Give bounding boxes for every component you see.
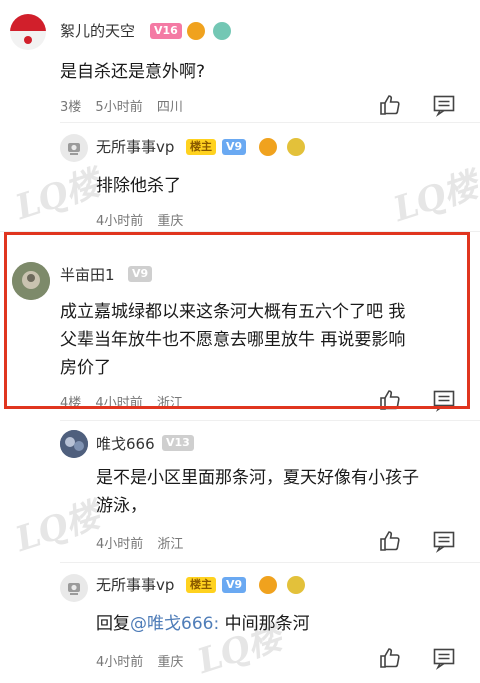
divider <box>60 420 480 421</box>
timestamp: 4小时前 <box>96 537 144 552</box>
divider <box>60 122 480 123</box>
location: 浙江 <box>156 396 183 411</box>
medal-icon <box>287 576 305 594</box>
comment-floor-4: 半亩田1 V9 成立嘉城绿都以来这条河大概有五六个了吧 我 父辈当年放牛也不愿意… <box>0 232 480 418</box>
divider <box>60 562 480 563</box>
medal-icon <box>259 576 277 594</box>
comment-text: 是自杀还是意外啊? <box>60 62 206 82</box>
level-badge: V13 <box>162 435 194 451</box>
avatar[interactable] <box>60 574 88 602</box>
comment-meta: 4楼 4小时前 浙江 <box>60 392 193 411</box>
location: 重庆 <box>157 655 184 670</box>
like-icon[interactable] <box>378 93 402 117</box>
like-icon[interactable] <box>378 646 402 670</box>
like-icon[interactable] <box>378 388 402 412</box>
comment-icon[interactable] <box>432 93 456 117</box>
level-badge: V9 <box>128 266 153 282</box>
reply-item: 无所事事vp 楼主 V9 回复@唯戈666: 中间那条河 4小时前 重庆 <box>0 564 480 677</box>
owner-badge: 楼主 <box>186 139 216 155</box>
medal-icon <box>213 22 231 40</box>
medal-icon <box>259 138 277 156</box>
comment-text-line: 是不是小区里面那条河，夏天好像有小孩子 <box>96 468 419 488</box>
level-badge: V9 <box>222 139 247 155</box>
medal-icon <box>187 22 205 40</box>
avatar[interactable] <box>12 262 50 300</box>
comment-meta: 4小时前 重庆 <box>96 651 193 670</box>
timestamp: 4小时前 <box>95 396 143 411</box>
mention-link[interactable]: @唯戈666: <box>130 614 219 634</box>
level-badge: V9 <box>222 577 247 593</box>
reply-text: 中间那条河 <box>224 614 310 634</box>
username[interactable]: 半亩田1 <box>60 264 115 285</box>
comment-meta: 4小时前 浙江 <box>96 533 193 552</box>
comment-meta: 4小时前 重庆 <box>96 210 193 229</box>
comment-icon[interactable] <box>432 646 456 670</box>
comment-meta: 3楼 5小时前 四川 <box>60 96 193 115</box>
comment-icon[interactable] <box>432 529 456 553</box>
comment-text-line: 房价了 <box>60 358 111 378</box>
owner-badge: 楼主 <box>186 577 216 593</box>
location: 四川 <box>156 100 183 115</box>
avatar[interactable] <box>60 430 88 458</box>
comment-icon[interactable] <box>432 388 456 412</box>
username[interactable]: 唯戈666 <box>96 433 155 454</box>
comment-text: 是不是小区里面那条河，夏天好像有小孩子 游泳， <box>96 464 419 520</box>
reply-prefix: 回复 <box>96 614 130 634</box>
like-icon[interactable] <box>378 529 402 553</box>
timestamp: 4小时前 <box>96 214 144 229</box>
timestamp: 4小时前 <box>96 655 144 670</box>
username[interactable]: 无所事事vp <box>96 136 174 157</box>
username[interactable]: 絮儿的天空 <box>60 20 135 41</box>
location: 重庆 <box>157 214 184 229</box>
comment-text: 成立嘉城绿都以来这条河大概有五六个了吧 我 父辈当年放牛也不愿意去哪里放牛 再说… <box>60 298 405 382</box>
location: 浙江 <box>157 537 184 552</box>
comment-floor-3: 絮儿的天空 V16 是自杀还是意外啊? 3楼 5小时前 四川 <box>0 0 480 122</box>
floor-number: 3楼 <box>60 100 82 115</box>
avatar[interactable] <box>10 14 46 50</box>
floor-number: 4楼 <box>60 396 82 411</box>
username[interactable]: 无所事事vp <box>96 574 174 595</box>
timestamp: 5小时前 <box>95 100 143 115</box>
comment-text-line: 成立嘉城绿都以来这条河大概有五六个了吧 我 <box>60 302 406 322</box>
comment-text-line: 游泳， <box>96 496 147 516</box>
avatar[interactable] <box>60 134 88 162</box>
level-badge: V16 <box>150 23 182 39</box>
reply-item: 无所事事vp 楼主 V9 排除他杀了 4小时前 重庆 <box>0 124 480 230</box>
medal-icon <box>287 138 305 156</box>
comment-text: 回复@唯戈666: 中间那条河 <box>96 610 310 638</box>
comment-text-line: 父辈当年放牛也不愿意去哪里放牛 再说要影响 <box>60 330 406 350</box>
reply-item: 唯戈666 V13 是不是小区里面那条河，夏天好像有小孩子 游泳， 4小时前 浙… <box>0 422 480 562</box>
comment-text: 排除他杀了 <box>96 176 181 196</box>
